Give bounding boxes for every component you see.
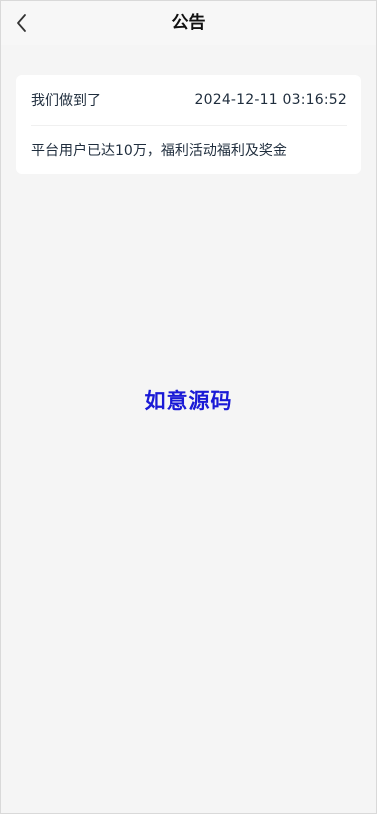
watermark-text: 如意源码	[144, 389, 233, 413]
announcement-header: 我们做到了 2024-12-11 03:16:52	[31, 75, 347, 126]
announcement-content: 平台用户已达10万，福利活动福利及奖金	[31, 143, 287, 159]
page-title: 公告	[171, 13, 206, 33]
navigation-bar: 公告	[1, 1, 376, 45]
announcement-title: 我们做到了	[31, 93, 101, 109]
app-screen: 公告 我们做到了 2024-12-11 03:16:52 平台用户已达10万，福…	[0, 0, 377, 814]
announcement-card[interactable]: 我们做到了 2024-12-11 03:16:52 平台用户已达10万，福利活动…	[16, 75, 361, 174]
announcement-time: 2024-12-11 03:16:52	[194, 92, 347, 108]
